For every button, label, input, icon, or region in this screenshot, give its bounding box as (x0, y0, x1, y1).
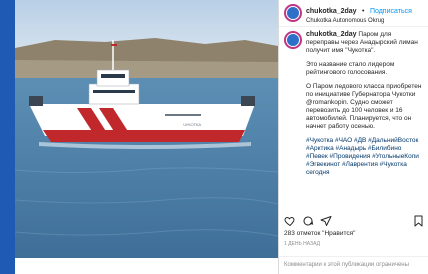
avatar[interactable] (284, 4, 302, 22)
hashtags[interactable]: #Чукотка #ЧАО #ДВ #ДальнийВосток #Арктик… (306, 137, 423, 177)
separator-dot: • (362, 8, 365, 16)
post-side-panel: chukotka_2day • Подписаться Chukotka Aut… (278, 0, 428, 274)
ship-name-label: ЧУКОТКА (183, 122, 201, 127)
caption-avatar[interactable] (284, 31, 302, 49)
bookmark-icon[interactable] (413, 215, 424, 227)
caption: chukotka_2day Паром для переправы через … (279, 27, 428, 203)
action-bar (284, 214, 424, 228)
avatar-image (287, 7, 299, 19)
heart-icon[interactable] (284, 215, 296, 227)
follow-button[interactable]: Подписаться (370, 8, 412, 15)
location-link[interactable]: Chukotka Autonomous Okrug (306, 18, 412, 24)
ferry-photo: ЧУКОТКА (15, 0, 278, 258)
post-header: chukotka_2day • Подписаться Chukotka Aut… (279, 0, 428, 27)
likes-count[interactable]: 283 отметок "Нравится" (284, 230, 355, 237)
avatar[interactable] (284, 31, 302, 49)
comment-icon[interactable] (302, 215, 314, 227)
caption-text-2: Это название стало лидером рейтингового … (306, 61, 395, 76)
avatar-image (287, 34, 299, 46)
post-photo[interactable]: ЧУКОТКА (15, 0, 278, 258)
caption-text-3: О Паром ледового класса приобретен по ин… (306, 83, 422, 130)
username-link[interactable]: chukotka_2day (306, 8, 357, 15)
caption-username[interactable]: chukotka_2day (306, 31, 357, 38)
post-date[interactable]: 1 ДЕНЬ НАЗАД (284, 241, 320, 247)
comments-restricted-notice: Комментарии к этой публикации ограничены (279, 256, 428, 274)
share-icon[interactable] (320, 215, 332, 227)
